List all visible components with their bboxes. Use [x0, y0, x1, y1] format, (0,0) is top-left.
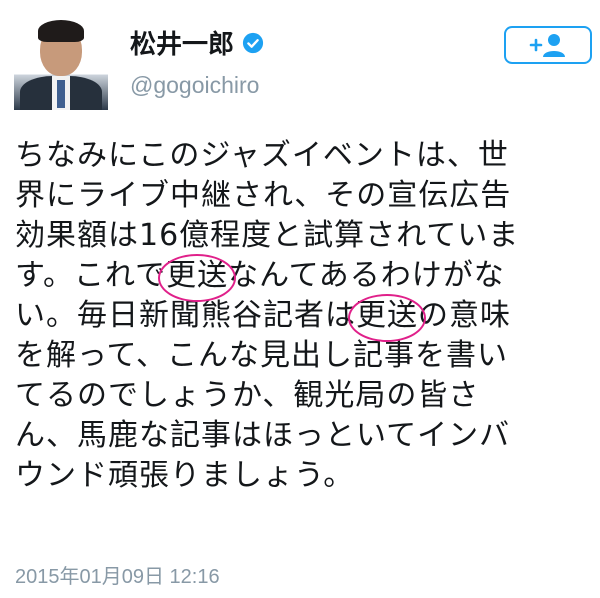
profile-name[interactable]: 松井一郎	[130, 24, 234, 61]
circled-word-highlight: 更送	[348, 294, 426, 342]
tweet-text-segment: の意味	[418, 298, 511, 333]
tweet-line: ん、馬鹿な記事はほっといてインバ	[15, 418, 511, 453]
tweet-line: ウンド頑張りましょう。	[15, 458, 355, 493]
avatar-tie	[57, 80, 65, 108]
tweet-text: ちなみにこのジャズイベントは、世 界にライブ中継され、その宣伝広告 効果額は16…	[15, 136, 590, 496]
tweet-line: い。毎日新聞熊谷記者は更送の意味	[15, 294, 590, 342]
tweet-line: を解って、こんな見出し記事を書い	[15, 338, 508, 373]
tweet-text-segment: なんてあるわけがな	[228, 258, 505, 293]
follow-button[interactable]	[504, 26, 592, 64]
tweet-line: てるのでしょうか、観光局の皆さ	[15, 378, 480, 413]
avatar[interactable]	[14, 16, 108, 110]
tweet-timestamp[interactable]: 2015年01月09日 12:16	[15, 560, 220, 589]
tweet-line: 効果額は16億程度と試算されていま	[15, 218, 520, 253]
tweet-line: す。これで更送なんてあるわけがな	[15, 254, 590, 302]
profile-handle[interactable]: @gogoichiro	[130, 72, 259, 99]
avatar-hair	[38, 20, 84, 42]
tweet-line: ちなみにこのジャズイベントは、世	[15, 138, 509, 173]
verified-badge-icon	[242, 32, 264, 53]
tweet-text-segment: い。毎日新聞熊谷記者は	[15, 298, 356, 333]
tweet-line: 界にライブ中継され、その宣伝広告	[15, 178, 512, 213]
add-user-icon	[529, 34, 565, 57]
tweet-text-segment: す。これで	[15, 258, 167, 293]
circled-word-highlight: 更送	[158, 254, 237, 302]
profile-name-row[interactable]: 松井一郎	[130, 24, 264, 61]
